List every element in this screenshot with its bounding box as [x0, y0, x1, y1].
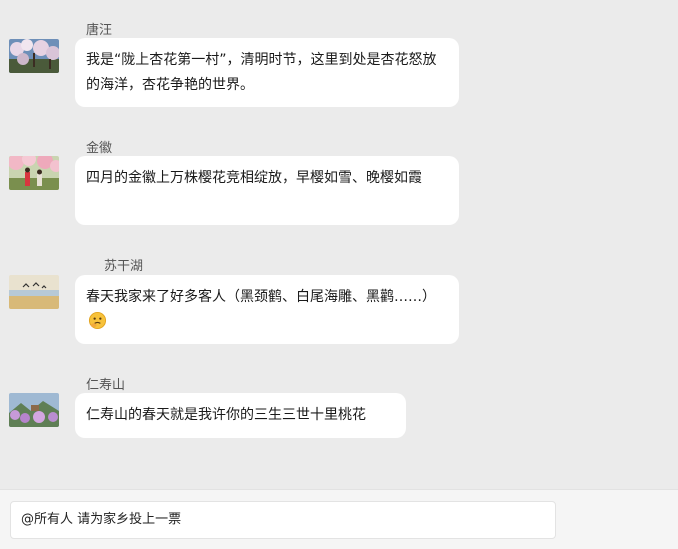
message-text: 春天我家来了好多客人（黑颈鹤、白尾海雕、黑鹳……） — [86, 289, 436, 305]
message-bubble[interactable]: 仁寿山的春天就是我许你的三生三世十里桃花 — [75, 393, 406, 438]
mountain-peach-blossom-photo-icon[interactable] — [9, 393, 59, 427]
lake-birds-photo-icon[interactable] — [9, 275, 59, 309]
sender-name: 唐汪 — [86, 23, 113, 38]
avatar-image — [9, 393, 59, 427]
message-bubble[interactable]: 我是“陇上杏花第一村”，清明时节，这里到处是杏花怒放的海洋，杏花争艳的世界。 — [75, 38, 459, 107]
message-bubble[interactable]: 春天我家来了好多客人（黑颈鹤、白尾海雕、黑鹳……） — [75, 275, 459, 344]
message-input[interactable]: @所有人 请为家乡投上一票 — [10, 501, 556, 539]
thinking-face-emoji-icon — [88, 311, 107, 330]
apricot-blossom-photo-icon[interactable] — [9, 39, 59, 73]
chat-window: 唐汪 我是“陇上杏花第一村”，清明时节，这里到处是杏花怒放的海洋，杏花争艳的世界… — [0, 0, 678, 549]
message-input-bar: @所有人 请为家乡投上一票 — [0, 489, 678, 549]
message-bubble[interactable]: 四月的金徽上万株樱花竞相绽放，早樱如雪、晚樱如霞 — [75, 156, 459, 225]
avatar-image — [9, 275, 59, 309]
sender-name: 仁寿山 — [86, 378, 126, 393]
avatar-image — [9, 39, 59, 73]
sender-name: 苏干湖 — [104, 259, 144, 274]
avatar-image — [9, 156, 59, 190]
cherry-blossom-photo-icon[interactable] — [9, 156, 59, 190]
sender-name: 金徽 — [86, 141, 113, 156]
